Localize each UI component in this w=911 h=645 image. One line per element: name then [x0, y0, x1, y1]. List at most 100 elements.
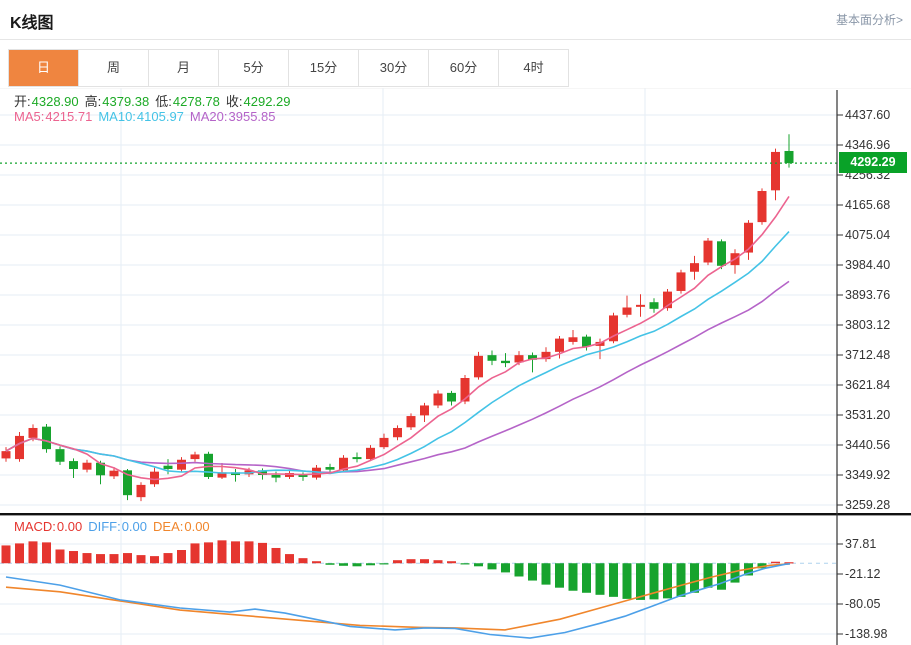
candle-body: [110, 471, 119, 477]
macd-bar: [353, 563, 362, 566]
candle-body: [623, 307, 632, 314]
tab-60min[interactable]: 60分: [429, 50, 499, 86]
candle-body: [29, 428, 38, 438]
candle-body: [569, 337, 578, 342]
readout-value: 4292.29: [244, 94, 291, 109]
tab-week[interactable]: 周: [79, 50, 149, 86]
candle-body: [434, 394, 443, 406]
candle-body: [393, 428, 402, 437]
candle-body: [2, 451, 11, 458]
readout-label: MA5:: [14, 109, 44, 124]
macd-bar: [191, 543, 200, 563]
macd-bar: [272, 548, 281, 563]
macd-bar: [542, 563, 551, 584]
kline-widget: K线图 基本面分析> 日周月5分15分30分60分4时 4437.604346.…: [0, 0, 911, 645]
tab-month[interactable]: 月: [149, 50, 219, 86]
y-axis-label: 3984.40: [845, 258, 890, 272]
candle-body: [353, 457, 362, 459]
macd-bar: [366, 563, 375, 565]
macd-readout: MACD:0.00DIFF:0.00DEA:0.00: [14, 519, 216, 534]
readout-label: 收:: [226, 94, 243, 109]
tab-30min[interactable]: 30分: [359, 50, 429, 86]
macd-bar: [137, 555, 146, 563]
candle-body: [204, 454, 213, 477]
candle-body: [488, 355, 497, 361]
macd-bar: [177, 550, 186, 563]
candle-body: [758, 191, 767, 222]
macd-bar: [69, 551, 78, 563]
readout-label: 低:: [155, 94, 172, 109]
candle-body: [636, 305, 645, 307]
macd-bar: [717, 563, 726, 589]
candle-body: [326, 467, 335, 470]
macd-bar: [15, 543, 24, 563]
y-axis-label: 4075.04: [845, 228, 890, 242]
y-axis-label: 4346.96: [845, 138, 890, 152]
candle-body: [150, 472, 159, 485]
readout-label: MACD:: [14, 519, 56, 534]
macd-axis-label: -138.98: [845, 627, 887, 641]
readout-value: 4379.38: [102, 94, 149, 109]
macd-bar: [231, 541, 240, 563]
page-title: K线图: [10, 9, 54, 33]
macd-bar: [339, 563, 348, 566]
candle-body: [42, 427, 51, 450]
macd-bar: [245, 541, 254, 563]
readout-label: 高:: [85, 94, 102, 109]
macd-bar: [110, 554, 119, 563]
macd-bar: [123, 553, 132, 563]
macd-bar: [596, 563, 605, 595]
macd-bar: [42, 542, 51, 563]
widget-header: K线图 基本面分析>: [0, 0, 911, 40]
macd-bar: [150, 556, 159, 563]
kline-chart-canvas[interactable]: 4437.604346.964256.324165.684075.043984.…: [0, 88, 911, 645]
candle-body: [83, 463, 92, 470]
macd-bar: [83, 553, 92, 563]
candle-body: [447, 393, 456, 402]
y-axis-label: 3349.92: [845, 468, 890, 482]
ma-readout: MA5:4215.71MA10:4105.97MA20:3955.85: [14, 109, 282, 124]
candle-body: [650, 302, 659, 309]
macd-bar: [2, 545, 11, 563]
readout-value: 4278.78: [173, 94, 220, 109]
y-axis-label: 3803.12: [845, 318, 890, 332]
panel-divider: [0, 513, 911, 515]
candle-body: [677, 272, 686, 291]
candle-body: [272, 475, 281, 478]
macd-bar: [515, 563, 524, 576]
candle-body: [690, 263, 699, 272]
tab-15min[interactable]: 15分: [289, 50, 359, 86]
macd-bar: [771, 562, 780, 564]
macd-bar: [299, 558, 308, 563]
macd-bar: [258, 543, 267, 563]
macd-bar: [582, 563, 591, 593]
macd-axis-label: -21.12: [845, 567, 880, 581]
macd-bar: [555, 563, 564, 587]
tab-day[interactable]: 日: [9, 50, 79, 86]
y-axis-label: 3259.28: [845, 498, 890, 512]
macd-bar: [380, 563, 389, 564]
macd-bar: [326, 563, 335, 565]
readout-value: 0.00: [122, 519, 147, 534]
fundamental-analysis-link[interactable]: 基本面分析>: [836, 11, 903, 28]
macd-bar: [29, 541, 38, 563]
y-axis-label: 3440.56: [845, 438, 890, 452]
readout-label: MA20:: [190, 109, 228, 124]
y-axis-label: 3531.20: [845, 408, 890, 422]
candle-body: [501, 361, 510, 363]
tab-5min[interactable]: 5分: [219, 50, 289, 86]
candle-body: [191, 454, 200, 459]
candle-body: [555, 339, 564, 352]
candle-body: [164, 466, 173, 469]
candle-body: [56, 449, 65, 462]
macd-bar: [636, 563, 645, 600]
candle-body: [771, 152, 780, 190]
y-axis-label: 4165.68: [845, 198, 890, 212]
tab-4hour[interactable]: 4时: [499, 50, 568, 86]
candle-body: [380, 438, 389, 447]
readout-label: MA10:: [98, 109, 136, 124]
readout-label: DIFF:: [88, 519, 121, 534]
macd-bar: [96, 554, 105, 563]
macd-bar: [461, 563, 470, 564]
macd-bar: [501, 563, 510, 572]
